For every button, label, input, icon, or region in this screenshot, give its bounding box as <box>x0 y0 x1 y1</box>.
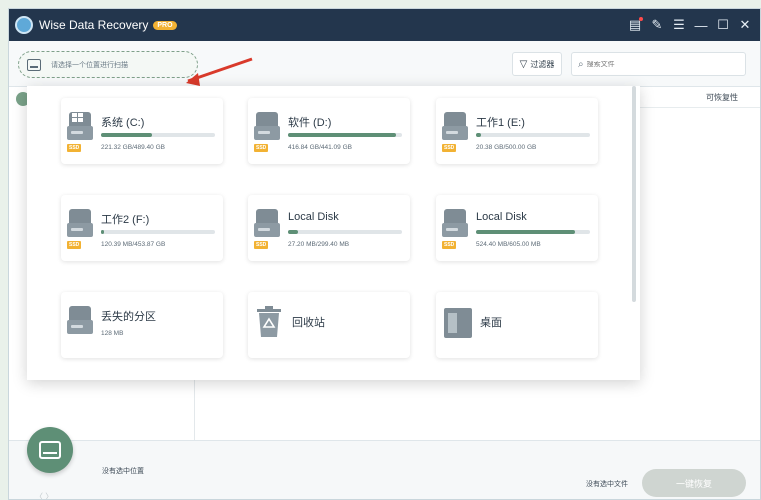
drive-tile[interactable]: SSD 工作1 (E:) 20.38 GB/500.00 GB <box>436 98 598 164</box>
column-recoverability[interactable]: 可恢复性 <box>706 92 738 103</box>
menu-icon[interactable]: ☰ <box>668 14 690 36</box>
drive-name: 丢失的分区 <box>101 311 156 323</box>
drive-usage-bar <box>476 230 590 234</box>
pro-badge: PRO <box>153 20 177 30</box>
drive-size: 27.20 MB/299.40 MB <box>288 241 350 248</box>
drive-size: 524.40 MB/605.00 MB <box>476 241 541 248</box>
drive-name: 系统 (C:) <box>101 117 145 129</box>
drive-name: 工作2 (F:) <box>101 214 150 226</box>
hard-drive-icon <box>39 441 61 459</box>
filter-label: 过滤器 <box>530 59 555 69</box>
close-icon[interactable]: ✕ <box>734 14 756 36</box>
filter-icon: ▽ <box>519 58 528 70</box>
drive-name: 工作1 (E:) <box>476 117 525 129</box>
hdd-icon: SSD <box>442 110 468 152</box>
drive-size: 416.84 GB/441.09 GB <box>288 144 352 151</box>
drive-tile[interactable]: SSD 软件 (D:) 416.84 GB/441.09 GB <box>248 98 410 164</box>
maximize-icon[interactable]: ☐ <box>712 14 734 36</box>
bottom-bar: 没有选中位置 〈 〉 没有选中文件 一键恢复 <box>9 427 760 499</box>
ssd-tag: SSD <box>67 144 82 152</box>
ssd-tag: SSD <box>442 241 457 249</box>
toolbar: 请选择一个位置进行扫描 ▽ 过滤器 ⌕ <box>9 41 760 87</box>
recover-button[interactable]: 一键恢复 <box>642 469 746 497</box>
drive-size: 221.32 GB/489.40 GB <box>101 144 165 151</box>
no-file-text: 没有选中文件 <box>586 481 628 488</box>
ssd-tag: SSD <box>442 144 457 152</box>
drive-tile[interactable]: 丢失的分区 128 MB <box>61 292 223 358</box>
feedback-icon[interactable]: ▤ <box>624 14 646 36</box>
ssd-tag: SSD <box>67 241 82 249</box>
search-icon: ⌕ <box>578 58 584 70</box>
hdd-icon: SSD <box>254 207 280 249</box>
drive-tile[interactable]: 桌面 <box>436 292 598 358</box>
filter-button[interactable]: ▽ 过滤器 <box>512 52 562 76</box>
ssd-tag: SSD <box>254 241 269 249</box>
desktop-icon <box>444 308 472 338</box>
minimize-icon[interactable]: — <box>690 14 712 36</box>
edit-icon[interactable]: ✎ <box>646 14 668 36</box>
select-location-button[interactable]: 请选择一个位置进行扫描 <box>18 51 198 78</box>
drive-usage-bar <box>101 133 215 137</box>
drive-tile[interactable]: SSD Local Disk 27.20 MB/299.40 MB <box>248 195 410 261</box>
drive-name: 软件 (D:) <box>288 117 332 129</box>
hdd-icon: SSD <box>67 110 93 152</box>
scan-location-icon <box>27 58 41 71</box>
drive-size: 20.38 GB/500.00 GB <box>476 144 537 151</box>
disk-select-button[interactable] <box>27 427 73 473</box>
no-location-text: 没有选中位置 <box>102 468 144 475</box>
drive-name: Local Disk <box>288 211 339 223</box>
window-controls: ▤ ✎ ☰ — ☐ ✕ <box>624 14 756 36</box>
drive-usage-bar <box>476 133 590 137</box>
app-title: Wise Data Recovery <box>39 18 149 32</box>
recycle-bin-icon <box>256 306 282 338</box>
drive-usage-bar <box>288 230 402 234</box>
search-input[interactable] <box>586 60 727 68</box>
dropdown-scrollbar[interactable] <box>632 86 636 302</box>
location-placeholder: 请选择一个位置进行扫描 <box>51 61 128 69</box>
location-dropdown: SSD 系统 (C:) 221.32 GB/489.40 GB SSD 软件 (D:) 4… <box>27 86 640 380</box>
drive-usage-bar <box>288 133 402 137</box>
hdd-icon: SSD <box>254 110 280 152</box>
drive-tile[interactable]: SSD 工作2 (F:) 120.39 MB/453.87 GB <box>61 195 223 261</box>
drive-name: Local Disk <box>476 211 527 223</box>
hdd-icon: SSD <box>442 207 468 249</box>
drive-usage-bar <box>101 230 215 234</box>
drive-size: 120.39 MB/453.87 GB <box>101 241 166 248</box>
drive-tile[interactable]: 回收站 <box>248 292 410 358</box>
drive-tile[interactable]: SSD 系统 (C:) 221.32 GB/489.40 GB <box>61 98 223 164</box>
drive-tile[interactable]: SSD Local Disk 524.40 MB/605.00 MB <box>436 195 598 261</box>
pager-arrows[interactable]: 〈 〉 <box>35 491 53 499</box>
hdd-icon <box>67 304 93 340</box>
drive-name: 回收站 <box>292 317 325 329</box>
drive-size: 128 MB <box>101 330 124 337</box>
title-bar: Wise Data Recovery PRO ▤ ✎ ☰ — ☐ ✕ <box>9 9 760 41</box>
app-logo-icon <box>15 16 33 34</box>
ssd-tag: SSD <box>254 144 269 152</box>
drive-name: 桌面 <box>480 317 502 329</box>
search-box[interactable]: ⌕ <box>571 52 746 76</box>
notification-dot <box>639 17 643 21</box>
hdd-icon: SSD <box>67 207 93 249</box>
